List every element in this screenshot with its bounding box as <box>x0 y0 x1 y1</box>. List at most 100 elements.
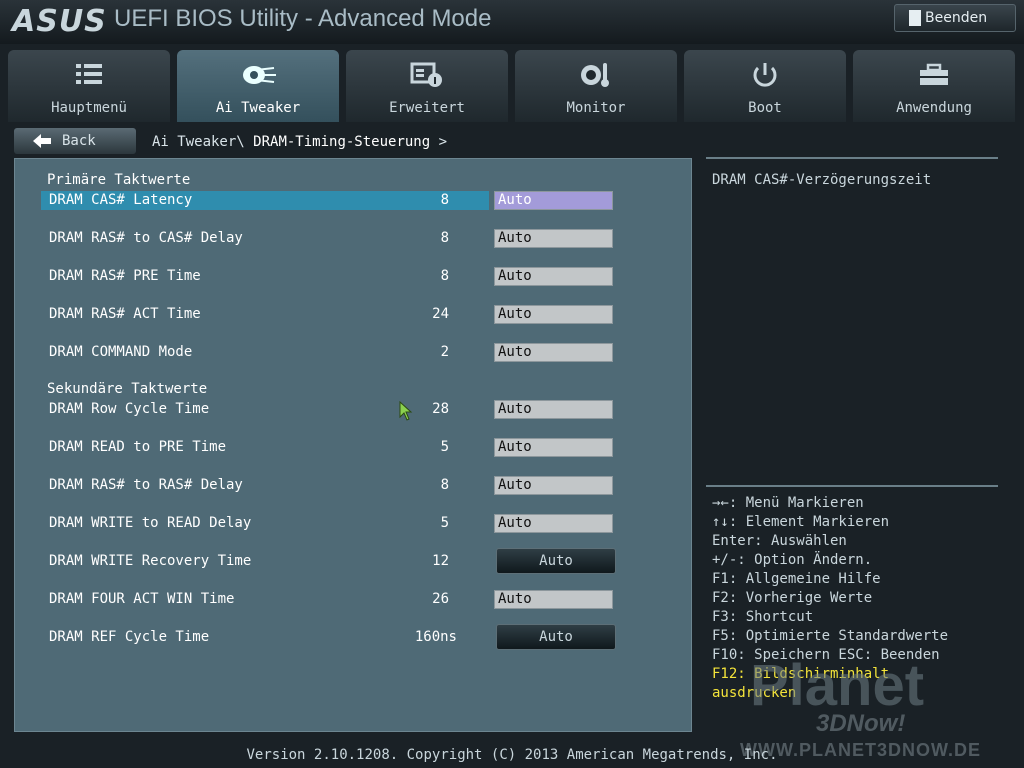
setting-current-value: 160ns <box>414 629 457 645</box>
tab-ai-tweaker[interactable]: Ai Tweaker <box>177 50 339 122</box>
tab-label: Monitor <box>566 100 626 116</box>
setting-input-ras-act-time[interactable]: Auto <box>494 305 613 324</box>
setting-current-value: 24 <box>432 306 449 322</box>
key-legend-item: F5: Optimierte Standardwerte <box>712 628 949 644</box>
tab-boot[interactable]: Boot <box>684 50 846 122</box>
key-legend-item: Enter: Auswählen <box>712 533 847 549</box>
setting-name: DRAM WRITE Recovery Time <box>49 553 252 569</box>
setting-current-value: 5 <box>440 515 449 531</box>
breadcrumb: Ai Tweaker\ DRAM-Timing-Steuerung > <box>152 134 447 150</box>
list-icon <box>8 62 170 88</box>
help-divider-top <box>706 157 998 159</box>
chevron-right-icon: > <box>438 134 448 150</box>
back-label: Back <box>62 133 96 149</box>
key-legend-item: F10: Speichern ESC: Beenden <box>712 647 940 663</box>
key-legend-item: F2: Vorherige Werte <box>712 590 873 606</box>
setting-current-value: 8 <box>440 192 449 208</box>
tab-label: Boot <box>748 100 782 116</box>
monitor-icon <box>515 62 677 88</box>
breadcrumb-bar: Back Ai Tweaker\ DRAM-Timing-Steuerung > <box>0 124 1024 158</box>
setting-row-ref-cycle-time[interactable]: DRAM REF Cycle Time 160ns <box>41 628 489 647</box>
setting-input-read-to-pre-time[interactable]: Auto <box>494 438 613 457</box>
setting-row-ras-to-ras-delay[interactable]: DRAM RAS# to RAS# Delay 8 <box>41 476 489 495</box>
setting-name: DRAM RAS# ACT Time <box>49 306 201 322</box>
setting-current-value: 12 <box>432 553 449 569</box>
key-legend: →←: Menü Markieren ↑↓: Element Markieren… <box>712 494 948 703</box>
setting-name: DRAM COMMAND Mode <box>49 344 193 360</box>
setting-name: DRAM READ to PRE Time <box>49 439 227 455</box>
setting-row-cas-latency[interactable]: DRAM CAS# Latency 8 <box>41 191 489 210</box>
tab-monitor[interactable]: Monitor <box>515 50 677 122</box>
setting-input-ras-to-cas-delay[interactable]: Auto <box>494 229 613 248</box>
mouse-pointer-icon <box>399 401 413 421</box>
power-icon <box>684 62 846 88</box>
setting-name: DRAM RAS# PRE Time <box>49 268 201 284</box>
main-tabs: Hauptmenü Ai Tweaker Erweitert Monitor B… <box>0 50 1024 122</box>
exit-button[interactable]: Beenden <box>894 4 1016 32</box>
tab-label: Ai Tweaker <box>215 100 301 116</box>
settings-panel: Primäre Taktwerte DRAM CAS# Latency 8 Au… <box>14 158 692 732</box>
setting-input-four-act-win-time[interactable]: Auto <box>494 590 613 609</box>
setting-name: DRAM RAS# to CAS# Delay <box>49 230 243 246</box>
breadcrumb-current: DRAM-Timing-Steuerung <box>253 134 431 150</box>
setting-current-value: 5 <box>440 439 449 455</box>
setting-row-command-mode[interactable]: DRAM COMMAND Mode 2 <box>41 343 489 362</box>
setting-row-row-cycle-time[interactable]: DRAM Row Cycle Time 28 <box>41 400 489 419</box>
setting-current-value: 2 <box>440 344 449 360</box>
key-legend-highlight: ausdrucken <box>712 685 797 701</box>
toolbox-icon <box>853 62 1015 88</box>
exit-icon <box>909 10 921 26</box>
setting-row-ras-act-time[interactable]: DRAM RAS# ACT Time 24 <box>41 305 489 324</box>
setting-name: DRAM FOUR ACT WIN Time <box>49 591 235 607</box>
key-legend-item: ↑↓: Element Markieren <box>712 514 890 530</box>
ai-tweaker-icon <box>177 62 339 88</box>
setting-current-value: 28 <box>432 401 449 417</box>
setting-button-write-recovery-time[interactable]: Auto <box>496 548 616 574</box>
setting-row-write-recovery-time[interactable]: DRAM WRITE Recovery Time 12 <box>41 552 489 571</box>
setting-name: DRAM WRITE to READ Delay <box>49 515 252 531</box>
setting-name: DRAM REF Cycle Time <box>49 629 210 645</box>
tab-label: Anwendung <box>896 100 972 116</box>
help-description: DRAM CAS#-Verzögerungszeit <box>712 172 932 188</box>
setting-row-ras-to-cas-delay[interactable]: DRAM RAS# to CAS# Delay 8 <box>41 229 489 248</box>
app-title: UEFI BIOS Utility - Advanced Mode <box>114 5 492 32</box>
watermark-subtitle: 3DNow! <box>816 710 906 737</box>
setting-input-write-to-read-delay[interactable]: Auto <box>494 514 613 533</box>
section-title-secondary: Sekundäre Taktwerte <box>47 381 208 397</box>
setting-row-read-to-pre-time[interactable]: DRAM READ to PRE Time 5 <box>41 438 489 457</box>
exit-label: Beenden <box>925 10 988 26</box>
setting-current-value: 8 <box>440 268 449 284</box>
breadcrumb-parent[interactable]: Ai Tweaker\ <box>152 134 245 150</box>
setting-current-value: 26 <box>432 591 449 607</box>
back-arrow-icon <box>33 134 51 148</box>
asus-logo: ASUS <box>12 4 107 39</box>
setting-input-ras-pre-time[interactable]: Auto <box>494 267 613 286</box>
setting-input-command-mode[interactable]: Auto <box>494 343 613 362</box>
key-legend-highlight: F12: Bildschirminhalt <box>712 666 890 682</box>
setting-button-ref-cycle-time[interactable]: Auto <box>496 624 616 650</box>
setting-current-value: 8 <box>440 477 449 493</box>
setting-row-four-act-win-time[interactable]: DRAM FOUR ACT WIN Time 26 <box>41 590 489 609</box>
key-legend-item: +/-: Option Ändern. <box>712 552 873 568</box>
setting-current-value: 8 <box>440 230 449 246</box>
setting-row-write-to-read-delay[interactable]: DRAM WRITE to READ Delay 5 <box>41 514 489 533</box>
footer-version: Version 2.10.1208. Copyright (C) 2013 Am… <box>246 747 778 763</box>
tab-label: Hauptmenü <box>51 100 127 116</box>
section-title-primary: Primäre Taktwerte <box>47 172 191 188</box>
tab-tools[interactable]: Anwendung <box>853 50 1015 122</box>
help-divider-bottom <box>706 485 998 487</box>
advanced-icon <box>346 62 508 88</box>
key-legend-item: F3: Shortcut <box>712 609 814 625</box>
setting-row-ras-pre-time[interactable]: DRAM RAS# PRE Time 8 <box>41 267 489 286</box>
title-bar: ASUS UEFI BIOS Utility - Advanced Mode B… <box>0 0 1024 44</box>
tab-advanced[interactable]: Erweitert <box>346 50 508 122</box>
key-legend-item: →←: Menü Markieren <box>712 495 864 511</box>
key-legend-item: F1: Allgemeine Hilfe <box>712 571 881 587</box>
setting-input-cas-latency[interactable]: Auto <box>494 191 613 210</box>
setting-name: DRAM Row Cycle Time <box>49 401 210 417</box>
setting-input-ras-to-ras-delay[interactable]: Auto <box>494 476 613 495</box>
tab-label: Erweitert <box>389 100 465 116</box>
back-button[interactable]: Back <box>14 128 136 154</box>
tab-main[interactable]: Hauptmenü <box>8 50 170 122</box>
setting-input-row-cycle-time[interactable]: Auto <box>494 400 613 419</box>
